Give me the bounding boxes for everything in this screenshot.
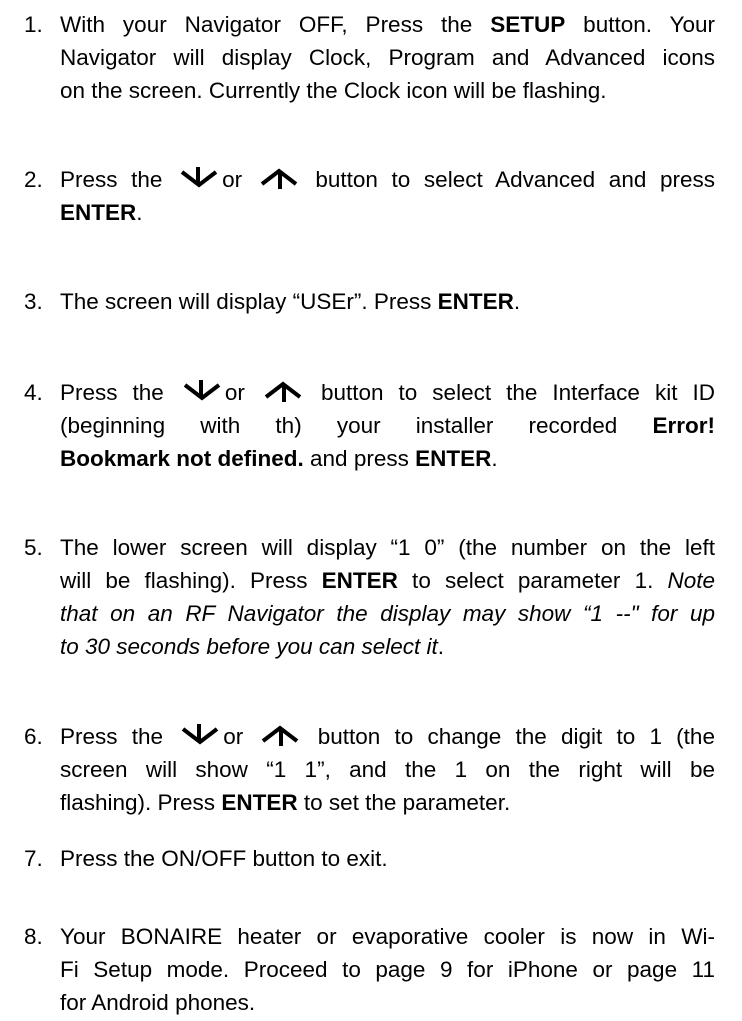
down-arrow-icon: [183, 379, 221, 403]
step-number: 2.: [24, 167, 43, 192]
step-number: 1.: [24, 12, 43, 37]
down-arrow-icon: [181, 723, 219, 747]
step-line: Press the or button to select the Interf…: [60, 379, 715, 405]
step-line: The lower screen will display “1 0” (the…: [60, 535, 715, 560]
step-number: 5.: [24, 535, 43, 560]
step-line: that on an RF Navigator the display may …: [60, 601, 715, 626]
step-text: Press the or button to select Advanced a…: [60, 163, 715, 229]
step-line: Your BONAIRE heater or evaporative coole…: [60, 924, 715, 949]
step-text: Press the ON/OFF button to exit.: [60, 842, 715, 875]
step-text: Press the or button to change the digit …: [60, 720, 715, 819]
step-line: to 30 seconds before you can select it.: [60, 634, 444, 659]
step-line: With your Navigator OFF, Press the SETUP…: [60, 12, 715, 37]
step-text: The lower screen will display “1 0” (the…: [60, 531, 715, 663]
step-line: screen will show “1 1”, and the 1 on the…: [60, 757, 715, 782]
step-text: With your Navigator OFF, Press the SETUP…: [60, 8, 715, 107]
down-arrow-icon: [180, 166, 218, 190]
step-text: Your BONAIRE heater or evaporative coole…: [60, 920, 715, 1019]
step-line: Press the or button to select Advanced a…: [60, 166, 715, 192]
step-line: Press the or button to change the digit …: [60, 723, 715, 749]
step-number: 7.: [24, 846, 43, 871]
step-number: 6.: [24, 724, 43, 749]
up-arrow-icon: [261, 723, 299, 747]
step-text: The screen will display “USEr”. Press EN…: [60, 285, 715, 318]
step-line: The screen will display “USEr”. Press EN…: [60, 289, 521, 314]
step-number: 4.: [24, 380, 43, 405]
step-text: Press the or button to select the Interf…: [60, 376, 715, 475]
step-line: ENTER.: [60, 200, 143, 225]
step-line: will be flashing). Press ENTER to select…: [60, 568, 716, 593]
step-line: Navigator will display Clock, Program an…: [60, 45, 715, 70]
step-line: for Android phones.: [60, 990, 256, 1015]
step-line: on the screen. Currently the Clock icon …: [60, 78, 607, 103]
step-number: 3.: [24, 289, 43, 314]
step-line: flashing). Press ENTER to set the parame…: [60, 790, 511, 815]
up-arrow-icon: [260, 166, 298, 190]
step-line: Press the ON/OFF button to exit.: [60, 846, 388, 871]
step-line: (beginning with th) your installer recor…: [60, 413, 715, 438]
step-line: Bookmark not defined. and press ENTER.: [60, 446, 498, 471]
step-number: 8.: [24, 924, 43, 949]
up-arrow-icon: [264, 379, 302, 403]
step-line: Fi Setup mode. Proceed to page 9 for iPh…: [60, 957, 715, 982]
